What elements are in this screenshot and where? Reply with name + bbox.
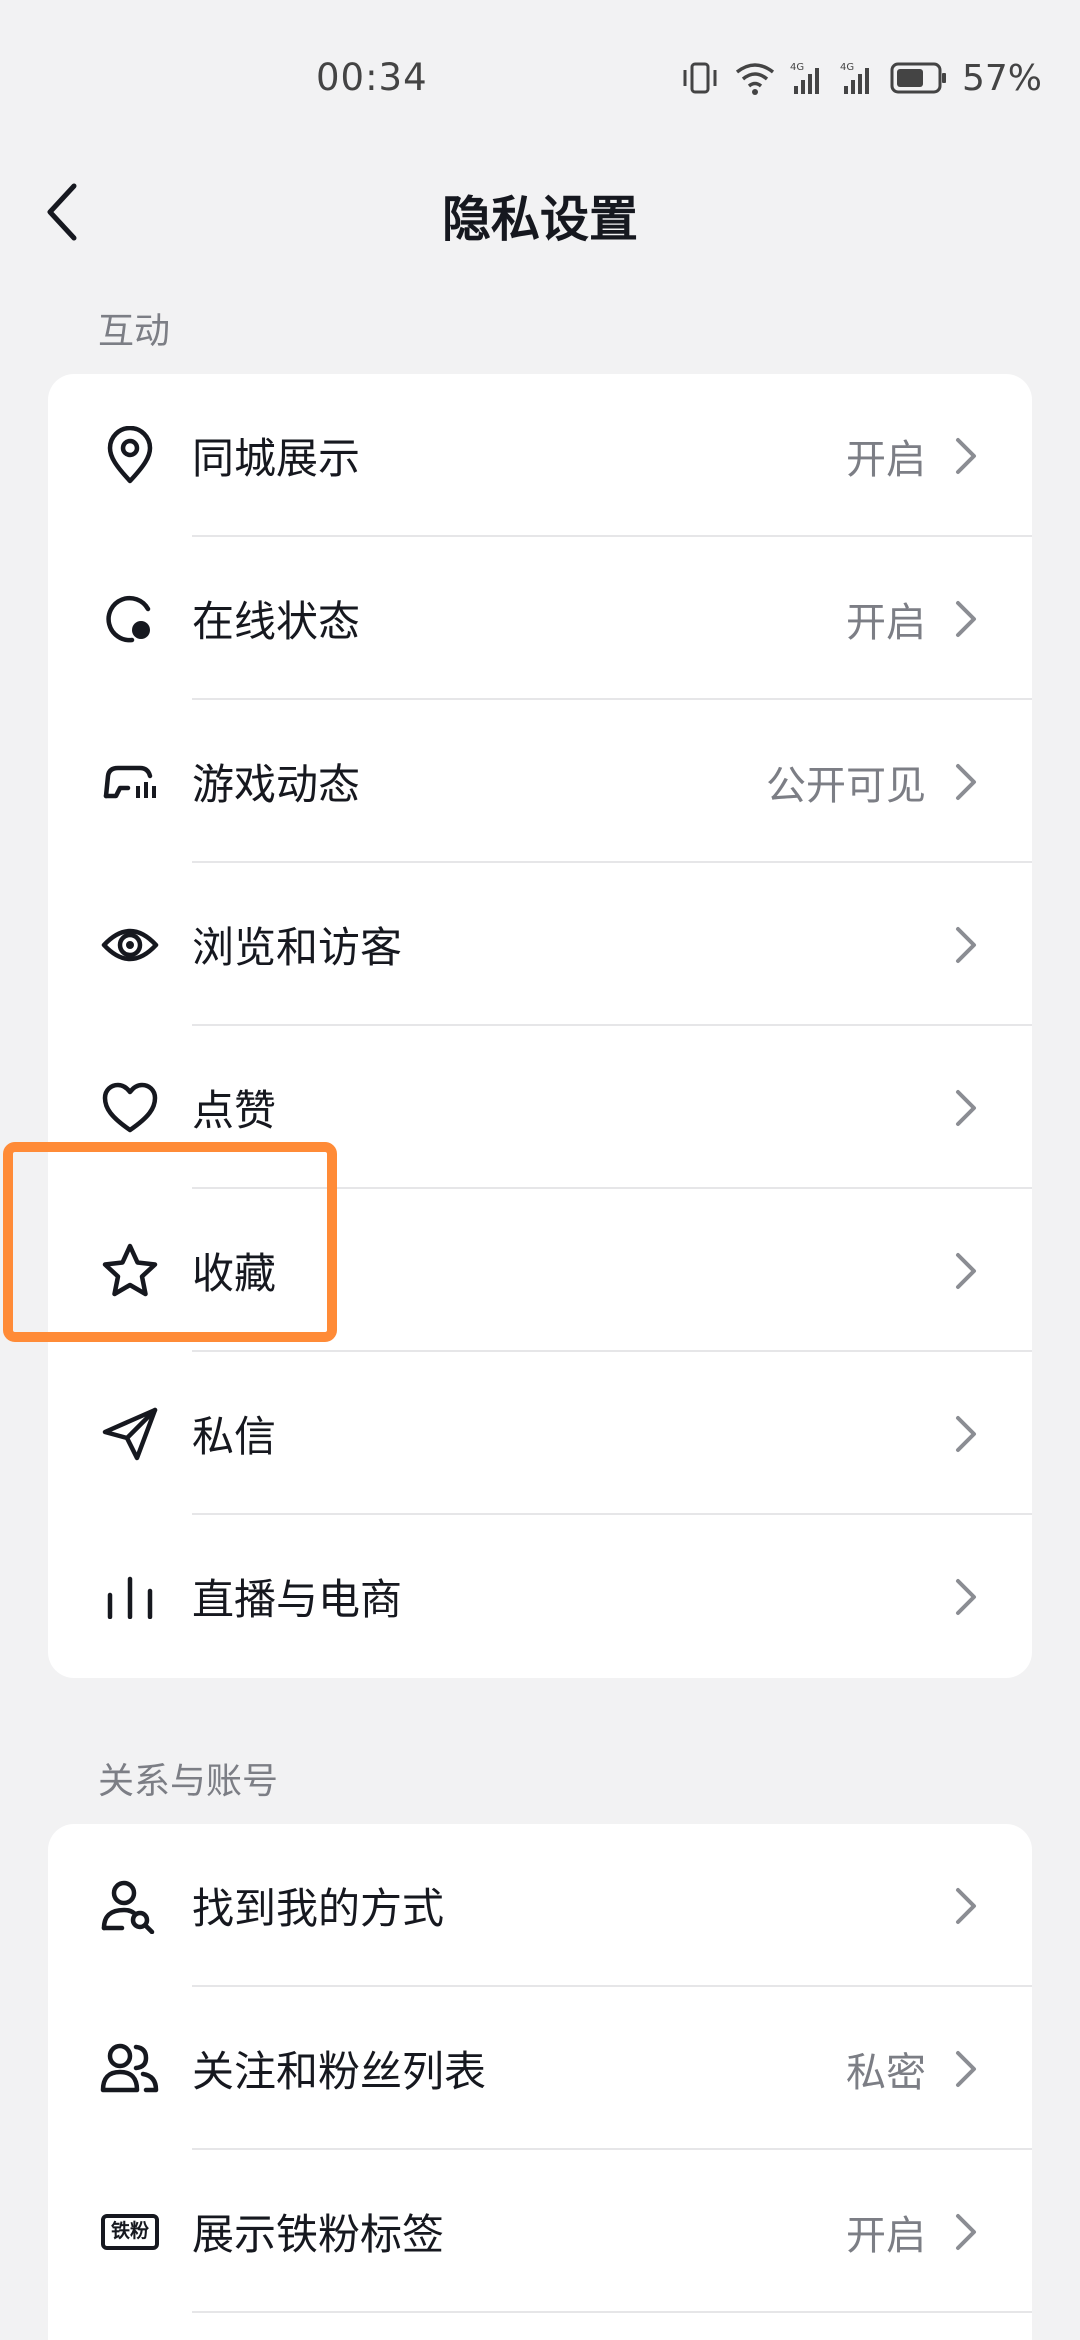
row-follow-fans-list[interactable]: 关注和粉丝列表 私密 [48, 1987, 1032, 2150]
page-title: 隐私设置 [441, 191, 638, 248]
online-status-icon [98, 587, 162, 651]
row-label: 浏览和访客 [192, 923, 403, 972]
row-discoverability[interactable]: 找到我的方式 [48, 1824, 1032, 1987]
chevron-right-icon [956, 1415, 976, 1452]
row-label: 直播与电商 [192, 1575, 403, 1624]
settings-card-interaction: 同城展示 开启 在线状态 开启 游戏动态 公开可见 浏览和访客 点赞 收藏 私信… [48, 374, 1032, 1678]
row-iron-fan-badge[interactable]: 铁粉 展示铁粉标签 开启 [48, 2150, 1032, 2313]
row-label: 找到我的方式 [192, 1884, 445, 1933]
status-bar: 00:34 4G 4G 57% [0, 0, 1080, 150]
settings-card-relations: 找到我的方式 关注和粉丝列表 私密 铁粉 展示铁粉标签 开启 [48, 1824, 1032, 2340]
heart-icon [98, 1076, 162, 1140]
gamepad-icon [98, 750, 162, 814]
vibrate-icon [683, 62, 717, 94]
row-label: 游戏动态 [192, 760, 361, 809]
row-online-status[interactable]: 在线状态 开启 [48, 537, 1032, 700]
users-icon [98, 2037, 162, 2101]
chevron-right-icon [956, 763, 976, 800]
send-icon [98, 1402, 162, 1466]
row-label: 在线状态 [192, 597, 361, 646]
status-icons: 4G 4G 57% [680, 56, 1042, 100]
row-value: 私密 [846, 2049, 926, 2096]
wifi-icon [735, 63, 775, 95]
chevron-right-icon [956, 1887, 976, 1924]
row-value: 公开可见 [766, 762, 926, 809]
signal-icon-1: 4G [790, 62, 819, 94]
row-live-commerce[interactable]: 直播与电商 [48, 1515, 1032, 1678]
section-title-interaction: 互动 [98, 311, 171, 352]
network-label-2: 4G [840, 62, 854, 73]
chevron-right-icon [956, 2050, 976, 2087]
section-title-relations-account: 关系与账号 [98, 1761, 279, 1802]
header: 隐私设置 [0, 150, 1080, 270]
badge-text: 铁粉 [110, 2220, 149, 2242]
chevron-right-icon [956, 926, 976, 963]
chevron-right-icon [956, 2213, 976, 2250]
user-search-icon [98, 1874, 162, 1938]
eye-icon [98, 913, 162, 977]
row-direct-messages[interactable]: 私信 [48, 1352, 1032, 1515]
fan-badge-icon: 铁粉 [98, 2200, 162, 2264]
chevron-right-icon [956, 600, 976, 637]
live-bars-icon [98, 1565, 162, 1629]
chevron-right-icon [956, 1089, 976, 1126]
row-label: 点赞 [192, 1086, 277, 1135]
row-value: 开启 [846, 436, 926, 483]
network-label-1: 4G [790, 62, 804, 73]
battery-percent: 57% [961, 57, 1042, 99]
chevron-right-icon [956, 1252, 976, 1289]
status-time: 00:34 [316, 56, 428, 99]
row-label: 同城展示 [192, 434, 361, 483]
row-value: 开启 [846, 2212, 926, 2259]
signal-icon-2: 4G [840, 62, 869, 94]
battery-icon [890, 62, 946, 94]
row-label: 展示铁粉标签 [192, 2210, 445, 2259]
row-views-visitors[interactable]: 浏览和访客 [48, 863, 1032, 1026]
highlight-box [3, 1142, 337, 1342]
row-value: 开启 [846, 599, 926, 646]
location-pin-icon [98, 424, 162, 488]
row-label: 私信 [192, 1412, 277, 1461]
chevron-right-icon [956, 1578, 976, 1615]
row-nearby-display[interactable]: 同城展示 开启 [48, 374, 1032, 537]
row-game-activity[interactable]: 游戏动态 公开可见 [48, 700, 1032, 863]
chevron-right-icon [956, 437, 976, 474]
row-label: 关注和粉丝列表 [192, 2047, 487, 2096]
divider [192, 2311, 1032, 2313]
